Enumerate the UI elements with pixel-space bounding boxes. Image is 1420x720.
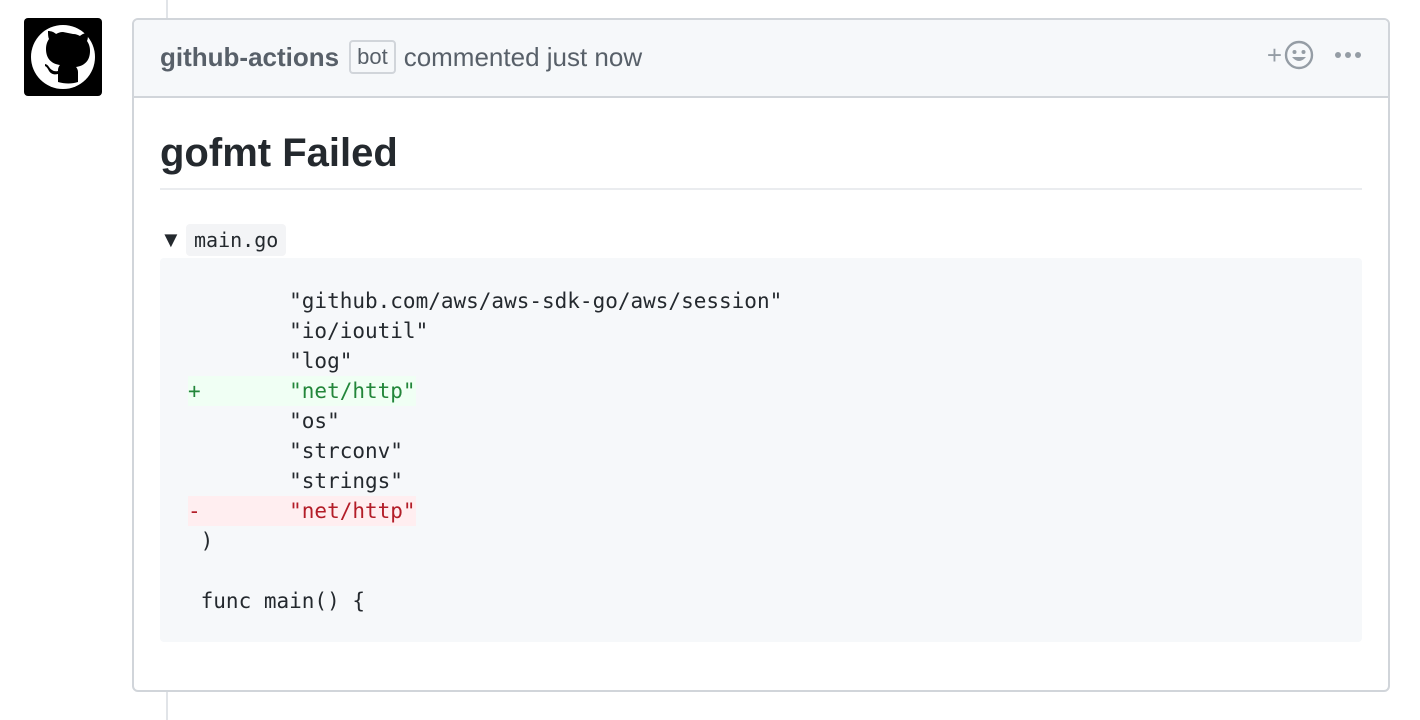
comment-meta: github-actions bot commented just now xyxy=(160,40,642,74)
comment-title: gofmt Failed xyxy=(160,128,1362,190)
github-octocat-icon xyxy=(31,25,95,89)
diff-line: "io/ioutil" xyxy=(188,316,1334,346)
avatar[interactable] xyxy=(24,18,102,96)
file-details-summary[interactable]: ▼ main.go xyxy=(160,222,1362,258)
diff-line: "log" xyxy=(188,346,1334,376)
diff-line-text: "os" xyxy=(188,409,340,433)
diff-line-removed: - "net/http" xyxy=(188,496,1334,526)
diff-line: "strings" xyxy=(188,466,1334,496)
diff-line xyxy=(188,556,1334,586)
diff-line-text: + "net/http" xyxy=(188,376,416,406)
diff-line-text: - "net/http" xyxy=(188,496,416,526)
diff-line: "os" xyxy=(188,406,1334,436)
add-reaction-button[interactable]: + xyxy=(1267,40,1314,70)
diff-line-text: "log" xyxy=(188,349,353,373)
comment-timestamp[interactable]: commented just now xyxy=(404,40,642,74)
diff-line: "github.com/aws/aws-sdk-go/aws/session" xyxy=(188,286,1334,316)
author-link[interactable]: github-actions xyxy=(160,40,339,74)
plus-label: + xyxy=(1266,40,1282,70)
comment-actions: + xyxy=(1267,40,1362,70)
file-name: main.go xyxy=(186,224,287,256)
triangle-down-icon: ▼ xyxy=(160,227,182,252)
diff-line-added: + "net/http" xyxy=(188,376,1334,406)
diff-line-text: "strconv" xyxy=(188,439,403,463)
diff-code-block: "github.com/aws/aws-sdk-go/aws/session" … xyxy=(160,258,1362,642)
smiley-icon xyxy=(1284,40,1314,70)
diff-line-text: ) xyxy=(188,529,214,553)
comment-header: github-actions bot commented just now + xyxy=(134,20,1388,98)
kebab-horizontal-icon xyxy=(1335,52,1361,58)
diff-line-text: func main() { xyxy=(188,589,366,613)
diff-line: "strconv" xyxy=(188,436,1334,466)
diff-line: func main() { xyxy=(188,586,1334,616)
comment-body: gofmt Failed ▼ main.go "github.com/aws/a… xyxy=(160,128,1362,642)
comment-box: github-actions bot commented just now + xyxy=(132,18,1390,692)
diff-line-text: "io/ioutil" xyxy=(188,319,429,343)
diff-line-text: "strings" xyxy=(188,469,403,493)
more-options-button[interactable] xyxy=(1334,50,1362,60)
bot-badge: bot xyxy=(349,40,396,74)
diff-line-text: "github.com/aws/aws-sdk-go/aws/session" xyxy=(188,289,783,313)
diff-line: ) xyxy=(188,526,1334,556)
